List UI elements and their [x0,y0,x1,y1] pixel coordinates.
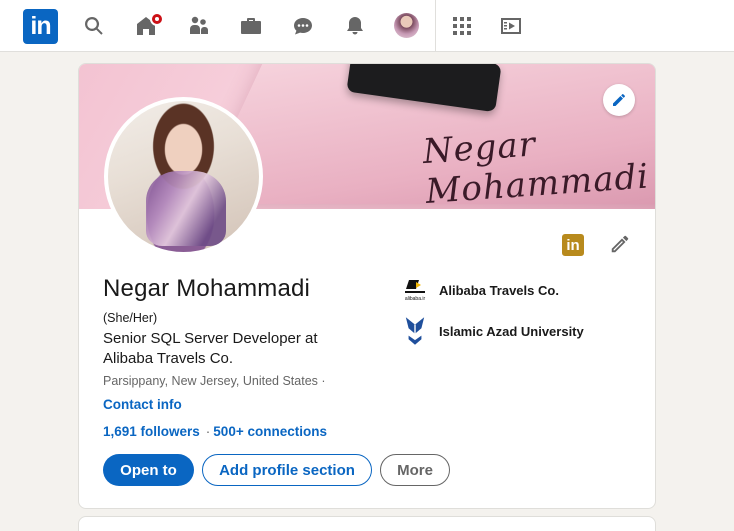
education[interactable]: Islamic Azad University [403,314,584,348]
my-network-icon[interactable] [186,13,212,39]
banner-signature: Negar Mohammadi [421,124,651,209]
university-name: Islamic Azad University [439,323,584,339]
profile-photo-detail [146,171,226,246]
current-company[interactable]: alibaba.ir Alibaba Travels Co. [403,278,559,302]
pencil-icon [613,94,625,106]
contact-info-link[interactable]: Contact info [103,397,182,412]
next-section-card [78,516,656,531]
profile-headline: Senior SQL Server Developer at Alibaba T… [103,330,318,367]
notifications-icon[interactable] [342,13,368,39]
nav-divider [435,0,436,52]
profile-name: Negar Mohammadi [103,275,311,302]
me-avatar[interactable] [394,13,419,38]
profile-photo[interactable] [104,97,263,256]
video-icon[interactable] [498,13,524,39]
company-name: Alibaba Travels Co. [439,282,559,298]
profile-location: Parsippany, New Jersey, United States · [103,374,326,388]
add-profile-section-button[interactable]: Add profile section [202,454,372,486]
connections-link[interactable]: 500+ connections [213,424,327,439]
messaging-icon[interactable] [290,13,316,39]
more-button[interactable]: More [380,454,450,486]
top-navigation: in [0,0,734,52]
pencil-icon [611,235,629,253]
profile-card: Negar Mohammadi in Negar Mohammadi (She/… [78,63,656,509]
linkedin-logo[interactable]: in [23,9,58,44]
linkedin-premium-icon[interactable]: in [562,234,584,256]
followers-link[interactable]: 1,691 followers [103,424,200,439]
alibaba-logo: alibaba.ir [403,278,427,302]
profile-pronouns: (She/Her) [103,311,158,325]
alibaba-logo-text: alibaba.ir [405,296,426,302]
profile-stats: 1,691 followers · 500+ connections [103,424,327,439]
search-icon[interactable] [81,13,107,39]
edit-intro-button[interactable] [609,233,631,255]
notification-badge [150,12,164,26]
open-to-button[interactable]: Open to [103,454,194,486]
stats-separator: · [205,424,211,439]
azad-university-logo [403,314,427,348]
apps-grid-icon[interactable] [449,13,475,39]
edit-banner-button[interactable] [603,84,635,116]
jobs-icon[interactable] [238,13,264,39]
